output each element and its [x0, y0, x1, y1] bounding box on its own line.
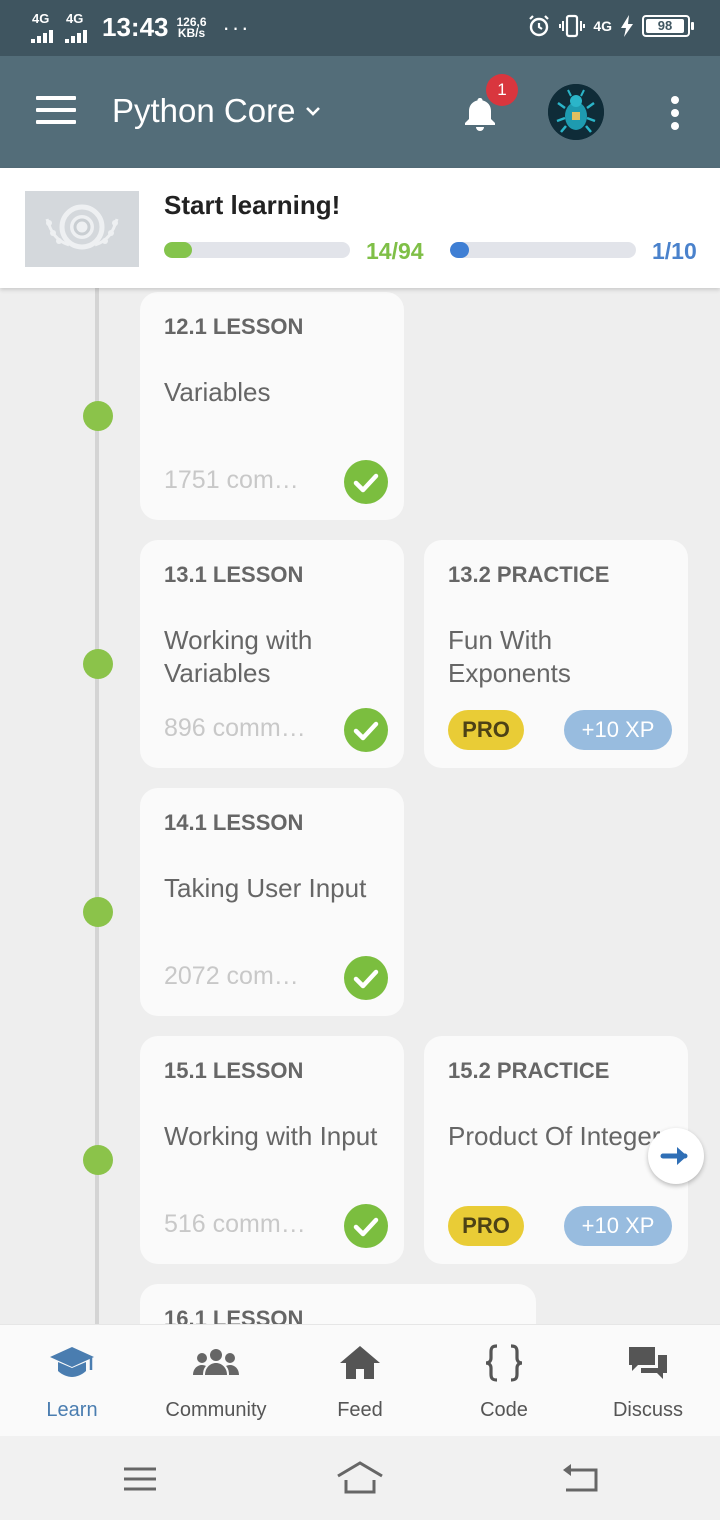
card-title: Fun With Exponents [448, 625, 571, 688]
comments-count: 516 comments [164, 1210, 312, 1238]
arrow-right-icon [660, 1147, 688, 1165]
menu-icon[interactable] [36, 96, 76, 126]
braces-icon [485, 1344, 523, 1382]
lesson-timeline[interactable]: 12.1 LESSON Variables 1751 comments 13.1… [0, 288, 720, 1324]
lessons-progress-fill [164, 242, 192, 258]
goal-progress-fill [450, 242, 469, 258]
card-kind: 15.2 PRACTICE [448, 1058, 610, 1083]
nav-label: Community [165, 1399, 267, 1421]
chevron-down-icon [306, 107, 321, 116]
completed-check-icon [344, 1204, 388, 1248]
menu-icon[interactable] [122, 1466, 158, 1492]
card-kind: 15.1 LESSON [164, 1058, 304, 1083]
comments-count: 2072 comments [164, 962, 312, 990]
charging-icon [621, 15, 633, 37]
card-title: Taking User Input [164, 873, 367, 903]
beetle-icon [548, 84, 604, 140]
avatar[interactable] [548, 84, 604, 140]
chat-icon [629, 1347, 667, 1379]
lesson-card[interactable]: 14.1 LESSON Taking User Input 2072 comme… [140, 788, 404, 1016]
card-kind: 12.1 LESSON [164, 314, 304, 339]
notification-badge: 1 [486, 74, 518, 106]
signal-icon: 4G [30, 10, 56, 43]
goal-count: 1/10 [652, 238, 697, 264]
nav-feed[interactable]: Feed [288, 1325, 432, 1437]
lesson-card[interactable]: 12.1 LESSON Variables 1751 comments [140, 292, 404, 520]
xp-badge: +10 XP [564, 710, 672, 750]
card-kind: 16.1 LESSON [164, 1306, 304, 1324]
course-selector[interactable]: Python Core [112, 92, 321, 130]
timeline-dot [83, 1145, 113, 1175]
card-title: Working with Input [164, 1121, 378, 1151]
card-kind: 14.1 LESSON [164, 810, 304, 835]
battery-level: 98 [646, 19, 684, 33]
completed-check-icon [344, 956, 388, 1000]
vibrate-icon [559, 14, 586, 38]
practice-card[interactable]: 13.2 PRACTICE Fun With Exponents PRO +10… [424, 540, 688, 768]
progress-card[interactable]: Start learning! 14/94 1/10 [0, 168, 720, 288]
pro-badge: PRO [448, 1206, 524, 1246]
nav-code[interactable]: Code [432, 1325, 576, 1437]
network-type: 4G [66, 10, 84, 26]
lesson-card[interactable]: 15.1 LESSON Working with Input 516 comme… [140, 1036, 404, 1264]
lesson-card[interactable]: 16.1 LESSON [140, 1284, 536, 1324]
timeline-dot [83, 401, 113, 431]
lesson-card[interactable]: 13.1 LESSON Working with Variables 896 c… [140, 540, 404, 768]
home-icon [340, 1346, 380, 1379]
card-title: Working with Variables [164, 625, 313, 688]
card-title: Product Of Integers [448, 1121, 674, 1151]
network-speed: 126,6 KB/s [177, 16, 207, 40]
back-icon[interactable] [560, 1462, 600, 1494]
comments-count: 1751 comments [164, 466, 312, 494]
completed-check-icon [344, 460, 388, 504]
pro-badge: PRO [448, 710, 524, 750]
nav-label: Code [480, 1399, 528, 1421]
people-icon [193, 1349, 239, 1375]
timeline-dot [83, 897, 113, 927]
status-bar: 4G 4G 13:43 126,6 KB/s ··· 4G 98 [0, 0, 720, 56]
nav-community[interactable]: Community [144, 1325, 288, 1437]
course-title: Python Core [112, 92, 296, 129]
nav-label: Learn [46, 1399, 98, 1421]
network-type: 4G [32, 10, 50, 26]
more-notifications-icon: ··· [222, 14, 251, 40]
lessons-count: 14/94 [366, 238, 424, 264]
comments-count: 896 comments [164, 714, 312, 742]
card-kind: 13.2 PRACTICE [448, 562, 610, 587]
card-title: Variables [164, 377, 271, 407]
signal-icon: 4G [64, 10, 90, 43]
graduation-cap-icon [50, 1347, 94, 1377]
card-kind: 13.1 LESSON [164, 562, 304, 587]
home-icon[interactable] [334, 1460, 386, 1496]
system-navigation-bar [0, 1436, 720, 1520]
completed-check-icon [344, 708, 388, 752]
more-vert-icon[interactable] [668, 96, 682, 132]
nav-label: Discuss [612, 1399, 683, 1421]
bottom-navigation: Learn Community Feed Code Discuss [0, 1324, 720, 1436]
app-bar: Python Core 1 [0, 56, 720, 168]
speed-unit: KB/s [177, 25, 206, 40]
nav-label: Feed [337, 1399, 383, 1421]
network-type: 4G [593, 18, 612, 34]
nav-learn[interactable]: Learn [0, 1325, 144, 1437]
nav-discuss[interactable]: Discuss [576, 1325, 720, 1437]
lessons-progress-bar [164, 242, 350, 258]
battery-icon: 98 [642, 15, 694, 37]
alarm-icon [529, 15, 550, 37]
next-arrow-button[interactable] [648, 1128, 704, 1184]
certificate-icon [25, 191, 139, 267]
clock: 13:43 [102, 12, 169, 42]
progress-title: Start learning! [164, 190, 341, 220]
timeline-dot [83, 649, 113, 679]
xp-badge: +10 XP [564, 1206, 672, 1246]
goal-progress-bar [450, 242, 636, 258]
